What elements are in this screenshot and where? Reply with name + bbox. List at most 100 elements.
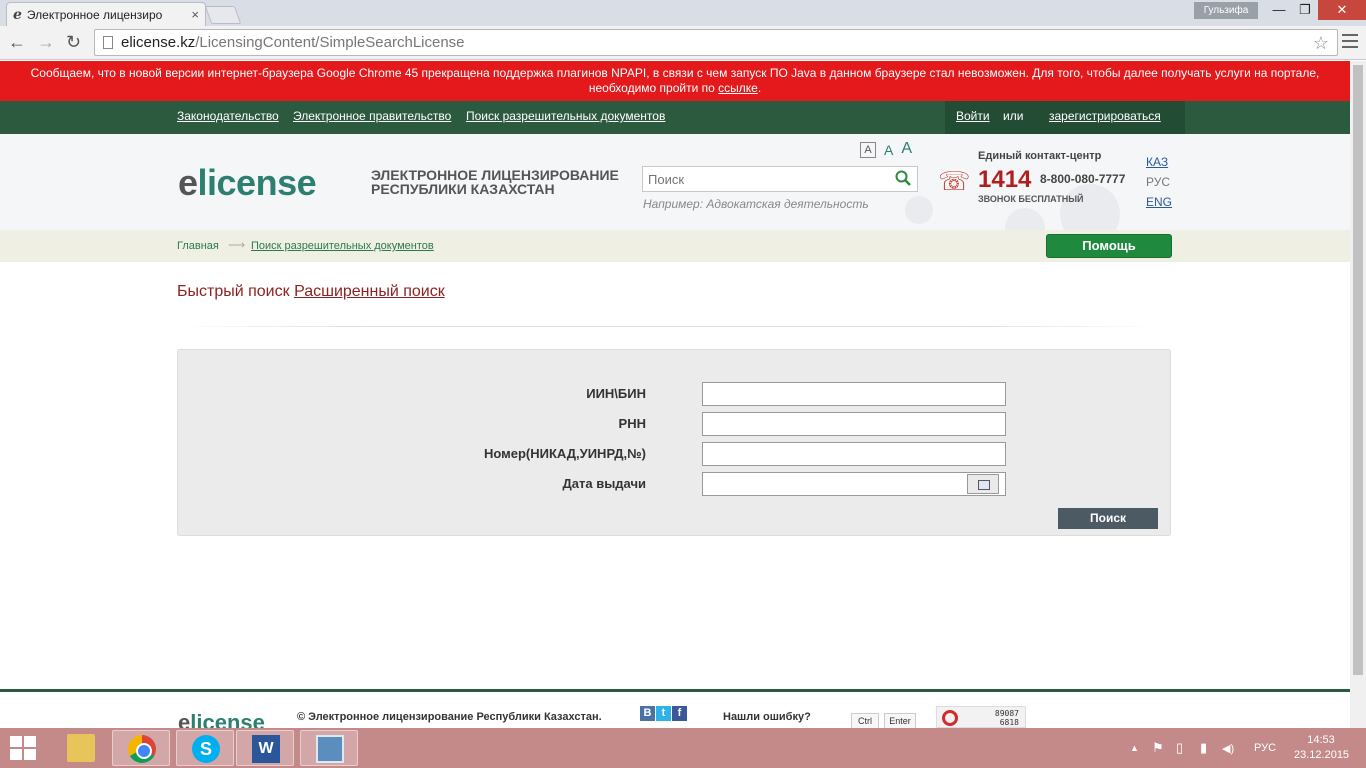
font-size-small[interactable]: A <box>860 142 876 158</box>
chrome-icon <box>128 735 156 763</box>
or-text: или <box>1003 109 1024 123</box>
search-submit-button[interactable]: Поиск <box>1058 508 1158 529</box>
issue-date-field[interactable] <box>702 472 1006 496</box>
taskbar-chrome[interactable] <box>112 730 170 766</box>
site-search-input[interactable] <box>643 167 883 191</box>
site-footer: elicense © Электронное лицензирование Ре… <box>0 689 1350 728</box>
input-language[interactable]: РУС <box>1254 742 1276 754</box>
nav-permits-search[interactable]: Поиск разрешительных документов <box>466 109 665 123</box>
scrollbar-thumb[interactable] <box>1353 65 1363 675</box>
visit-counter[interactable]: 89087 6818 <box>936 706 1026 728</box>
breadcrumb-arrow-icon: ⟶ <box>228 238 246 252</box>
network-signal-icon[interactable]: ▮ <box>1200 740 1207 756</box>
taskbar-photos[interactable] <box>300 730 358 766</box>
tab-title: Электронное лицензиро <box>26 7 163 22</box>
breadcrumb-current[interactable]: Поиск разрешительных документов <box>251 240 434 252</box>
warning-text: Сообщаем, что в новой версии интернет-бр… <box>30 66 1320 95</box>
browser-tab-bar: e Электронное лицензиро × Гульзифа — ❐ ✕ <box>0 0 1366 26</box>
new-tab-button[interactable] <box>204 6 242 24</box>
browser-user-badge[interactable]: Гульзифа <box>1194 2 1258 19</box>
divider <box>177 326 1157 327</box>
lang-kaz[interactable]: КАЗ <box>1146 155 1168 169</box>
battery-icon[interactable]: ▯ <box>1176 740 1183 756</box>
reload-icon[interactable]: ↻ <box>66 32 81 53</box>
tab-close-icon[interactable]: × <box>191 7 199 22</box>
address-bar[interactable]: elicense.kz/LicensingContent/SimpleSearc… <box>94 29 1338 56</box>
phone-icon: ☏ <box>938 166 971 196</box>
url-path: /LicensingContent/SimpleSearchLicense <box>195 34 465 51</box>
number-field[interactable] <box>702 442 1006 466</box>
url-host: elicense.kz <box>121 34 196 51</box>
breadcrumb-home[interactable]: Главная <box>177 240 219 252</box>
nav-legislation[interactable]: Законодательство <box>177 109 279 123</box>
bookmark-star-icon[interactable]: ☆ <box>1313 33 1329 54</box>
form-row-rnn: РНН <box>178 412 1172 436</box>
breadcrumb: Главная ⟶ Поиск разрешительных документо… <box>0 230 1350 262</box>
calendar-icon <box>978 480 990 490</box>
contact-free-call: ЗВОНОК БЕСПЛАТНЫЙ <box>978 194 1084 204</box>
page-scrollbar[interactable] <box>1350 61 1366 728</box>
word-icon: W <box>252 735 280 763</box>
window-close-button[interactable]: ✕ <box>1318 0 1366 20</box>
rnn-field[interactable] <box>702 412 1006 436</box>
forward-arrow-icon[interactable]: → <box>37 32 55 53</box>
social-links: B t f <box>640 706 687 721</box>
windows-taskbar: S W ▲ ⚑ ▯ ▮ ◀) РУС 14:53 23.12.2015 <box>0 728 1366 768</box>
footer-logo[interactable]: elicense <box>178 710 265 728</box>
window-maximize-button[interactable]: ❐ <box>1292 0 1318 20</box>
window-minimize-button[interactable]: — <box>1266 0 1292 20</box>
issue-date-label: Дата выдачи <box>562 476 647 491</box>
twitter-icon[interactable]: t <box>656 706 671 721</box>
site-header: elicense ЭЛЕКТРОННОЕ ЛИЦЕНЗИРОВАНИЕ РЕСП… <box>0 134 1350 248</box>
windows-start-icon[interactable] <box>10 736 38 762</box>
form-row-number: Номер(НИКАД,УИНРД,№) <box>178 442 1172 466</box>
site-title: ЭЛЕКТРОННОЕ ЛИЦЕНЗИРОВАНИЕ РЕСПУБЛИКИ КА… <box>371 167 619 197</box>
npapi-warning-banner: Сообщаем, что в новой версии интернет-бр… <box>0 61 1350 101</box>
counter-values: 89087 6818 <box>994 709 1019 727</box>
lang-eng[interactable]: ENG <box>1146 195 1172 209</box>
calendar-button[interactable] <box>967 474 999 494</box>
folder-icon <box>67 734 95 762</box>
browser-tab[interactable]: e Электронное лицензиро × <box>6 2 206 26</box>
facebook-icon[interactable]: f <box>672 706 687 721</box>
register-link[interactable]: зарегистрироваться <box>1049 109 1161 123</box>
taskbar-skype[interactable]: S <box>176 730 234 766</box>
tab-quick-search[interactable]: Быстрый поиск <box>177 283 290 300</box>
iin-bin-field[interactable] <box>702 382 1006 406</box>
warning-link[interactable]: ссылке <box>718 81 758 95</box>
site-logo[interactable]: elicense <box>178 162 317 204</box>
contact-phone-number: 8-800-080-7777 <box>1040 172 1126 186</box>
enter-key: Enter <box>884 713 916 728</box>
contact-center-label: Единый контакт-центр <box>978 150 1102 162</box>
action-center-flag-icon[interactable]: ⚑ <box>1152 740 1164 756</box>
page-viewport: Сообщаем, что в новой версии интернет-бр… <box>0 61 1350 728</box>
chrome-menu-icon[interactable] <box>1342 34 1358 52</box>
iin-bin-label: ИИН\БИН <box>586 386 646 401</box>
system-clock[interactable]: 14:53 23.12.2015 <box>1294 733 1349 763</box>
contact-short-number: 1414 <box>978 166 1032 193</box>
help-button[interactable]: Помощь <box>1046 234 1172 258</box>
browser-toolbar: ← → ↻ elicense.kz/LicensingContent/Simpl… <box>0 26 1366 60</box>
copyright-text: © Электронное лицензирование Республики … <box>297 711 602 723</box>
top-navigation: Законодательство Электронное правительст… <box>0 101 1350 134</box>
nav-egov[interactable]: Электронное правительство <box>293 109 451 123</box>
number-label: Номер(НИКАД,УИНРД,№) <box>483 446 646 461</box>
search-icon[interactable] <box>895 170 911 186</box>
skype-icon: S <box>192 735 220 763</box>
volume-icon[interactable]: ◀) <box>1222 742 1234 755</box>
clock-time: 14:53 <box>1307 734 1335 746</box>
vk-icon[interactable]: B <box>640 706 655 721</box>
tab-advanced-search[interactable]: Расширенный поиск <box>294 283 445 300</box>
form-row-date: Дата выдачи <box>178 472 1172 496</box>
site-search <box>642 166 918 192</box>
back-arrow-icon[interactable]: ← <box>8 32 26 53</box>
lang-rus: РУС <box>1146 175 1171 189</box>
taskbar-explorer[interactable] <box>52 730 110 766</box>
font-size-medium[interactable]: A <box>884 142 893 158</box>
tray-show-hidden-icon[interactable]: ▲ <box>1130 743 1139 753</box>
login-link[interactable]: Войти <box>956 109 990 123</box>
warning-suffix: . <box>757 81 762 95</box>
taskbar-word[interactable]: W <box>236 730 294 766</box>
font-size-switcher: A A A <box>860 140 912 158</box>
font-size-large[interactable]: A <box>901 140 912 158</box>
